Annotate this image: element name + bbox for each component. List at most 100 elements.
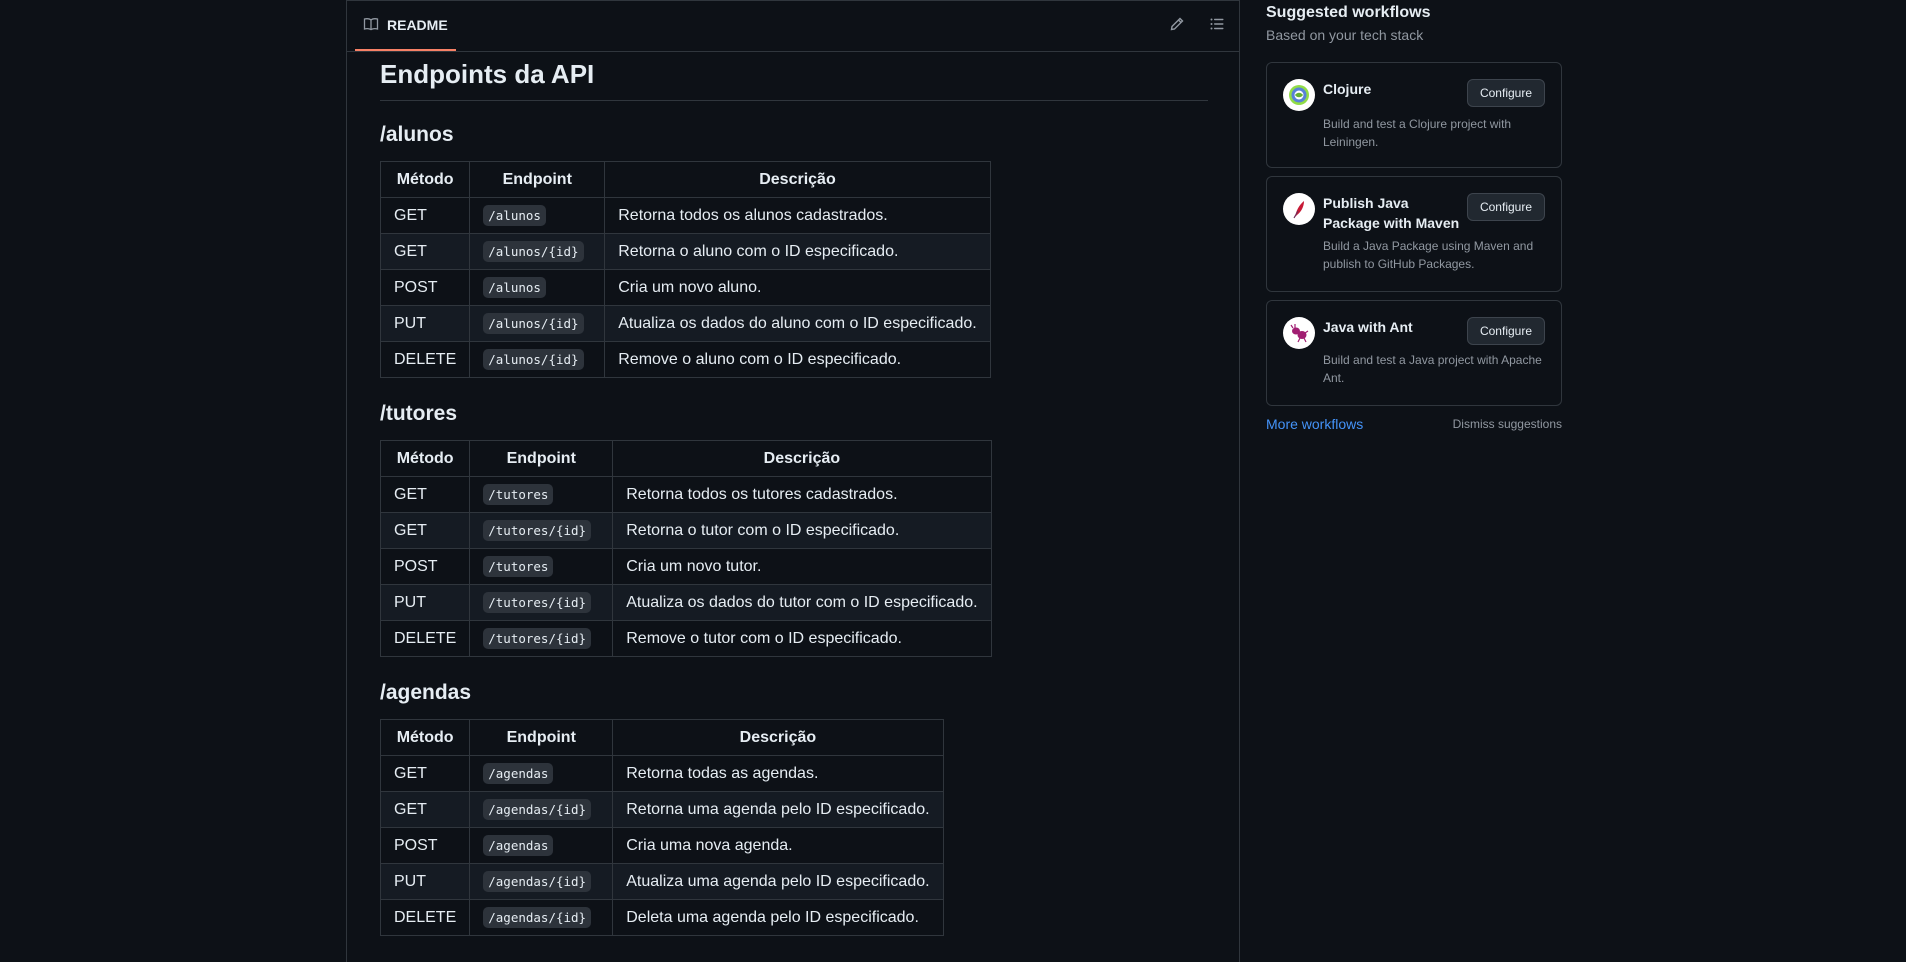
description-cell: Deleta uma agenda pelo ID especificado. xyxy=(612,899,944,936)
table-row: DELETE /agendas/{id} Deleta uma agenda p… xyxy=(379,899,944,936)
endpoint-code: /alunos/{id} xyxy=(483,312,584,334)
column-header: Descrição xyxy=(612,719,944,756)
endpoint-cell: /alunos xyxy=(469,197,606,234)
readme-header: README xyxy=(347,1,1239,52)
endpoint-cell: /tutores xyxy=(469,548,614,585)
table-row: POST /agendas Cria uma nova agenda. xyxy=(379,827,944,864)
endpoint-code: /tutores xyxy=(483,555,554,577)
configure-button[interactable]: Configure xyxy=(1466,193,1545,221)
endpoint-code: /alunos xyxy=(483,276,546,298)
column-header: Método xyxy=(379,440,471,477)
endpoint-cell: /tutores/{id} xyxy=(469,584,614,621)
table-row: GET /agendas Retorna todas as agendas. xyxy=(379,755,944,792)
workflow-description: Build a Java Package using Maven and pub… xyxy=(1323,239,1534,271)
more-workflows-link[interactable]: More workflows xyxy=(1266,416,1363,432)
table-row: DELETE /alunos/{id} Remove o aluno com o… xyxy=(379,341,991,378)
endpoint-code: /alunos/{id} xyxy=(483,240,584,262)
readme-tab[interactable]: README xyxy=(355,1,456,51)
description-cell: Retorna o aluno com o ID especificado. xyxy=(604,233,991,270)
workflow-name: Java with Ant xyxy=(1323,319,1413,335)
description-cell: Atualiza os dados do tutor com o ID espe… xyxy=(612,584,992,621)
endpoint-cell: /alunos/{id} xyxy=(469,341,606,378)
endpoints-table-alunos: Método Endpoint Descrição GET /alunos Re… xyxy=(379,161,991,378)
table-header-row: Método Endpoint Descrição xyxy=(379,161,991,198)
table-row: PUT /alunos/{id} Atualiza os dados do al… xyxy=(379,305,991,342)
endpoint-cell: /agendas/{id} xyxy=(469,791,614,828)
column-header: Endpoint xyxy=(469,161,606,198)
endpoint-cell: /alunos/{id} xyxy=(469,305,606,342)
table-header-row: Método Endpoint Descrição xyxy=(379,719,944,756)
method-cell: GET xyxy=(379,791,471,828)
description-cell: Retorna todas as agendas. xyxy=(612,755,944,792)
description-cell: Retorna todos os alunos cadastrados. xyxy=(604,197,991,234)
endpoint-cell: /tutores xyxy=(469,476,614,513)
description-cell: Remove o tutor com o ID especificado. xyxy=(612,620,992,657)
method-cell: POST xyxy=(379,827,471,864)
table-row: POST /alunos Cria um novo aluno. xyxy=(379,269,991,306)
description-cell: Cria um novo aluno. xyxy=(604,269,991,306)
list-unordered-icon xyxy=(1209,16,1225,37)
endpoint-code: /tutores/{id} xyxy=(483,591,592,613)
endpoint-code: /agendas/{id} xyxy=(483,798,592,820)
outline-button[interactable] xyxy=(1205,14,1229,38)
ant-logo-icon xyxy=(1283,317,1315,349)
method-cell: PUT xyxy=(379,584,471,621)
clojure-logo-icon xyxy=(1283,79,1315,111)
maven-feather-icon xyxy=(1283,193,1315,225)
workflow-card-ant: Java with Ant Build and test a Java proj… xyxy=(1266,300,1562,406)
readme-content: Endpoints da API /alunos Método Endpoint… xyxy=(379,51,1208,936)
table-row: GET /alunos/{id} Retorna o aluno com o I… xyxy=(379,233,991,270)
configure-button[interactable]: Configure xyxy=(1466,317,1545,345)
table-row: PUT /agendas/{id} Atualiza uma agenda pe… xyxy=(379,863,944,900)
table-row: DELETE /tutores/{id} Remove o tutor com … xyxy=(379,620,992,657)
endpoint-cell: /alunos xyxy=(469,269,606,306)
workflow-description: Build and test a Java project with Apach… xyxy=(1323,353,1542,385)
method-cell: POST xyxy=(379,269,471,306)
endpoint-code: /tutores/{id} xyxy=(483,519,592,541)
endpoint-code: /agendas xyxy=(483,762,554,784)
workflow-card-clojure: Clojure Build and test a Clojure project… xyxy=(1266,62,1562,168)
table-row: GET /alunos Retorna todos os alunos cada… xyxy=(379,197,991,234)
configure-button[interactable]: Configure xyxy=(1466,79,1545,107)
endpoint-cell: /tutores/{id} xyxy=(469,620,614,657)
dismiss-suggestions-link[interactable]: Dismiss suggestions xyxy=(1453,417,1562,431)
method-cell: DELETE xyxy=(379,341,471,378)
workflow-name: Clojure xyxy=(1323,81,1372,97)
column-header: Método xyxy=(379,719,471,756)
workflow-description: Build and test a Clojure project with Le… xyxy=(1323,117,1512,149)
table-row: GET /tutores/{id} Retorna o tutor com o … xyxy=(379,512,992,549)
column-header: Método xyxy=(379,161,471,198)
method-cell: DELETE xyxy=(379,620,471,657)
column-header: Descrição xyxy=(612,440,992,477)
description-cell: Retorna todos os tutores cadastrados. xyxy=(612,476,992,513)
method-cell: POST xyxy=(379,548,471,585)
description-cell: Cria um novo tutor. xyxy=(612,548,992,585)
workflow-name: Publish Java Package with Maven xyxy=(1323,195,1460,231)
description-cell: Atualiza os dados do aluno com o ID espe… xyxy=(604,305,991,342)
description-cell: Remove o aluno com o ID especificado. xyxy=(604,341,991,378)
pencil-icon xyxy=(1169,16,1185,37)
endpoint-code: /agendas/{id} xyxy=(483,906,592,928)
book-icon xyxy=(363,16,379,35)
description-cell: Retorna o tutor com o ID especificado. xyxy=(612,512,992,549)
column-header: Endpoint xyxy=(469,440,614,477)
endpoint-cell: /agendas xyxy=(469,827,614,864)
section-heading-alunos: /alunos xyxy=(380,123,454,146)
edit-file-button[interactable] xyxy=(1165,14,1189,38)
method-cell: GET xyxy=(379,512,471,549)
method-cell: GET xyxy=(379,476,471,513)
workflow-card-maven: Publish Java Package with Maven Build a … xyxy=(1266,176,1562,292)
sidebar-footer: More workflows Dismiss suggestions xyxy=(1266,416,1562,434)
endpoint-cell: /alunos/{id} xyxy=(469,233,606,270)
page-title: Endpoints da API xyxy=(380,57,1208,101)
table-row: POST /tutores Cria um novo tutor. xyxy=(379,548,992,585)
endpoint-cell: /agendas/{id} xyxy=(469,899,614,936)
section-heading-agendas: /agendas xyxy=(380,681,472,704)
column-header: Endpoint xyxy=(469,719,614,756)
method-cell: GET xyxy=(379,233,471,270)
suggested-workflows-sidebar: Suggested workflows Based on your tech s… xyxy=(1266,0,1562,432)
endpoint-code: /alunos xyxy=(483,204,546,226)
endpoint-code: /alunos/{id} xyxy=(483,348,584,370)
section-heading-tutores: /tutores xyxy=(380,402,458,425)
method-cell: GET xyxy=(379,197,471,234)
